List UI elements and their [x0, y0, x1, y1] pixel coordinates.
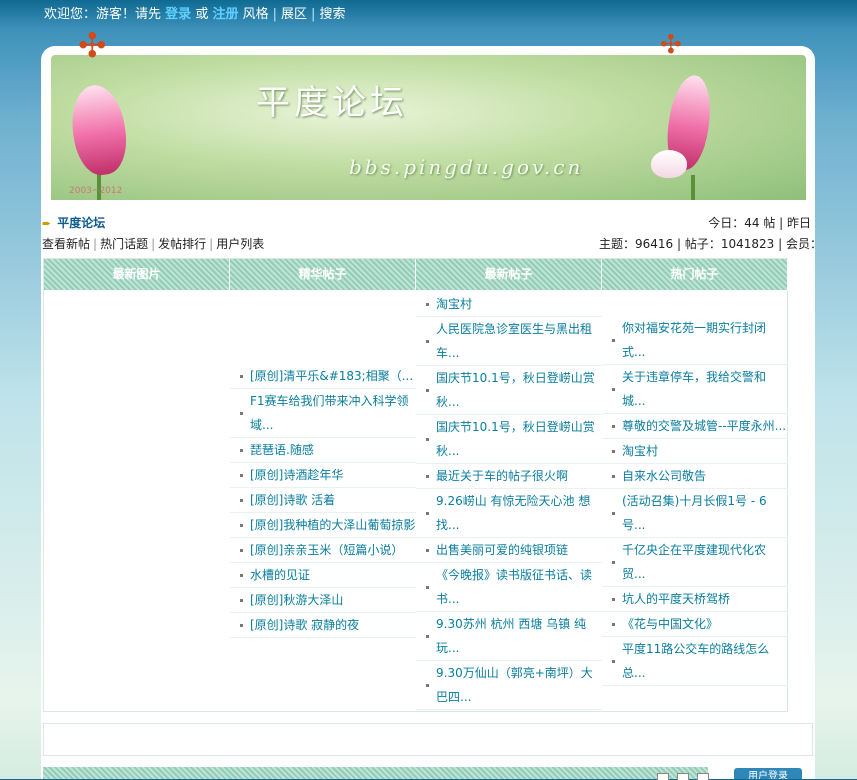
hot-post-link[interactable]: 坑人的平度天桥驾桥	[602, 587, 788, 612]
column-latest-posts: 最新帖子 淘宝村 人民医院急诊室医生与黑出租车... 国庆节10.1号，秋日登崂山赏…	[416, 259, 602, 711]
user-login-button[interactable]: 用户登录	[734, 768, 802, 779]
latest-post-link[interactable]: 国庆节10.1号，秋日登崂山赏秋...	[416, 366, 602, 415]
featured-post-link[interactable]: [原创]诗酒趁年华	[230, 463, 416, 488]
post-board: 最新图片 精华帖子 [原创]清平乐&#183;相聚（... F1赛车给我们带来冲入…	[43, 258, 788, 712]
latest-post-link[interactable]: 国庆节10.1号，秋日登崂山赏秋...	[416, 415, 602, 464]
quick-link-new-posts[interactable]: 查看新帖	[42, 237, 90, 251]
latest-post-link[interactable]: 出售美丽可爱的纯银项链	[416, 538, 602, 563]
hot-post-link[interactable]: (活动召集)十月长假1号 - 6号...	[602, 489, 788, 538]
site-stats: 主题：96416 | 帖子：1041823 | 会员：4	[599, 237, 814, 251]
hot-post-link[interactable]: 关于违章停车，我给交警和城...	[602, 365, 788, 414]
hot-post-link[interactable]: 平度11路公交车的路线怎么总...	[602, 637, 788, 686]
featured-post-link[interactable]: 琵琶语.随感	[230, 438, 416, 463]
featured-post-link[interactable]: 水槽的见证	[230, 563, 416, 588]
top-user-bar: 欢迎您：游客！请先 登录 或 注册 风格 | 展区 | 搜索	[44, 5, 345, 25]
featured-post-link[interactable]: F1赛车给我们带来冲入科学领域...	[230, 389, 416, 438]
quick-link-user-list[interactable]: 用户列表	[216, 237, 264, 251]
breadcrumb: ➨ 平度论坛	[42, 215, 105, 231]
register-link[interactable]: 注册	[212, 7, 238, 22]
featured-post-link[interactable]: [原创]诗歌 寂静的夜	[230, 613, 416, 638]
dragonfly-right-icon: ✣	[660, 30, 682, 60]
separator: |	[93, 237, 98, 251]
welcome-text: 欢迎您：游客！请先	[44, 7, 162, 22]
quick-link-post-ranking[interactable]: 发帖排行	[158, 237, 206, 251]
hot-post-link[interactable]: 自来水公司敬告	[602, 464, 788, 489]
column-header: 最新帖子	[416, 259, 602, 290]
banner-url: bbs.pingdu.gov.cn	[349, 155, 584, 179]
column-header: 精华帖子	[230, 259, 416, 290]
forum-banner: 平度论坛 bbs.pingdu.gov.cn 2003~2012	[51, 55, 806, 200]
today-post-stats: 今日：44 帖 | 昨日	[708, 216, 811, 230]
or-text: 或	[195, 7, 209, 22]
hot-post-link[interactable]: 千亿央企在平度建现代化农贸...	[602, 538, 788, 587]
featured-post-link[interactable]: [原创]我种植的大泽山葡萄掠影	[230, 513, 416, 538]
latest-post-link[interactable]: 9.30苏州 杭州 西塘 乌镇 纯玩...	[416, 612, 602, 661]
featured-post-link[interactable]: [原创]清平乐&#183;相聚（...	[230, 364, 416, 389]
hot-post-link[interactable]: 《花与中国文化》	[602, 612, 788, 637]
column-featured-posts: 精华帖子 [原创]清平乐&#183;相聚（... F1赛车给我们带来冲入科学领域.…	[230, 259, 416, 711]
featured-post-link[interactable]: [原创]亲亲玉米（短篇小说）	[230, 538, 416, 563]
latest-post-link[interactable]: 9.30万仙山（郭亮+南坪）大巴四...	[416, 661, 602, 710]
style-menu[interactable]: 风格	[243, 7, 269, 22]
hot-post-link[interactable]: 你对福安花苑一期实行封闭式...	[602, 316, 788, 365]
expo-menu[interactable]: 展区	[281, 7, 307, 22]
latest-post-link[interactable]: 《今晚报》读书版征书话、读书...	[416, 563, 602, 612]
arrow-icon: ➨	[42, 217, 52, 230]
latest-post-link[interactable]: 9.26崂山 有惊无险天心池 想找...	[416, 489, 602, 538]
separator: |	[311, 7, 316, 22]
featured-post-link[interactable]: [原创]秋游大泽山	[230, 588, 416, 613]
quick-links: 查看新帖 | 热门话题 | 发帖排行 | 用户列表	[42, 236, 264, 252]
lotus-bud-left-icon	[66, 81, 132, 179]
dragonfly-left-icon: ✣	[78, 26, 107, 66]
info-strip	[43, 723, 813, 756]
column-hot-posts: 热门帖子 你对福安花苑一期实行封闭式... 关于违章停车，我给交警和城... 尊敬的…	[602, 259, 788, 711]
breadcrumb-home-link[interactable]: 平度论坛	[57, 216, 105, 230]
latest-post-link[interactable]: 最近关于车的帖子很火啊	[416, 464, 602, 489]
latest-post-link[interactable]: 人民医院急诊室医生与黑出租车...	[416, 317, 602, 366]
login-link[interactable]: 登录	[165, 7, 191, 22]
hot-post-link[interactable]: 尊敬的交警及城管--平度永州...	[602, 414, 788, 439]
hot-post-link[interactable]: 淘宝村	[602, 439, 788, 464]
column-latest-images: 最新图片	[44, 259, 230, 711]
featured-post-link[interactable]: [原创]诗歌 活着	[230, 488, 416, 513]
lotus-flower-small-icon	[651, 150, 687, 178]
banner-years: 2003~2012	[69, 186, 123, 196]
latest-post-link[interactable]: 淘宝村	[416, 292, 602, 317]
separator: |	[272, 7, 278, 22]
column-header: 热门帖子	[602, 259, 788, 290]
quick-link-hot-topics[interactable]: 热门话题	[100, 237, 148, 251]
search-menu[interactable]: 搜索	[319, 7, 345, 22]
separator: |	[151, 237, 156, 251]
separator: |	[209, 237, 214, 251]
lotus-stem-right	[691, 175, 695, 200]
banner-title: 平度论坛	[256, 83, 408, 123]
forum-section-header	[43, 767, 708, 779]
column-header: 最新图片	[44, 259, 230, 290]
